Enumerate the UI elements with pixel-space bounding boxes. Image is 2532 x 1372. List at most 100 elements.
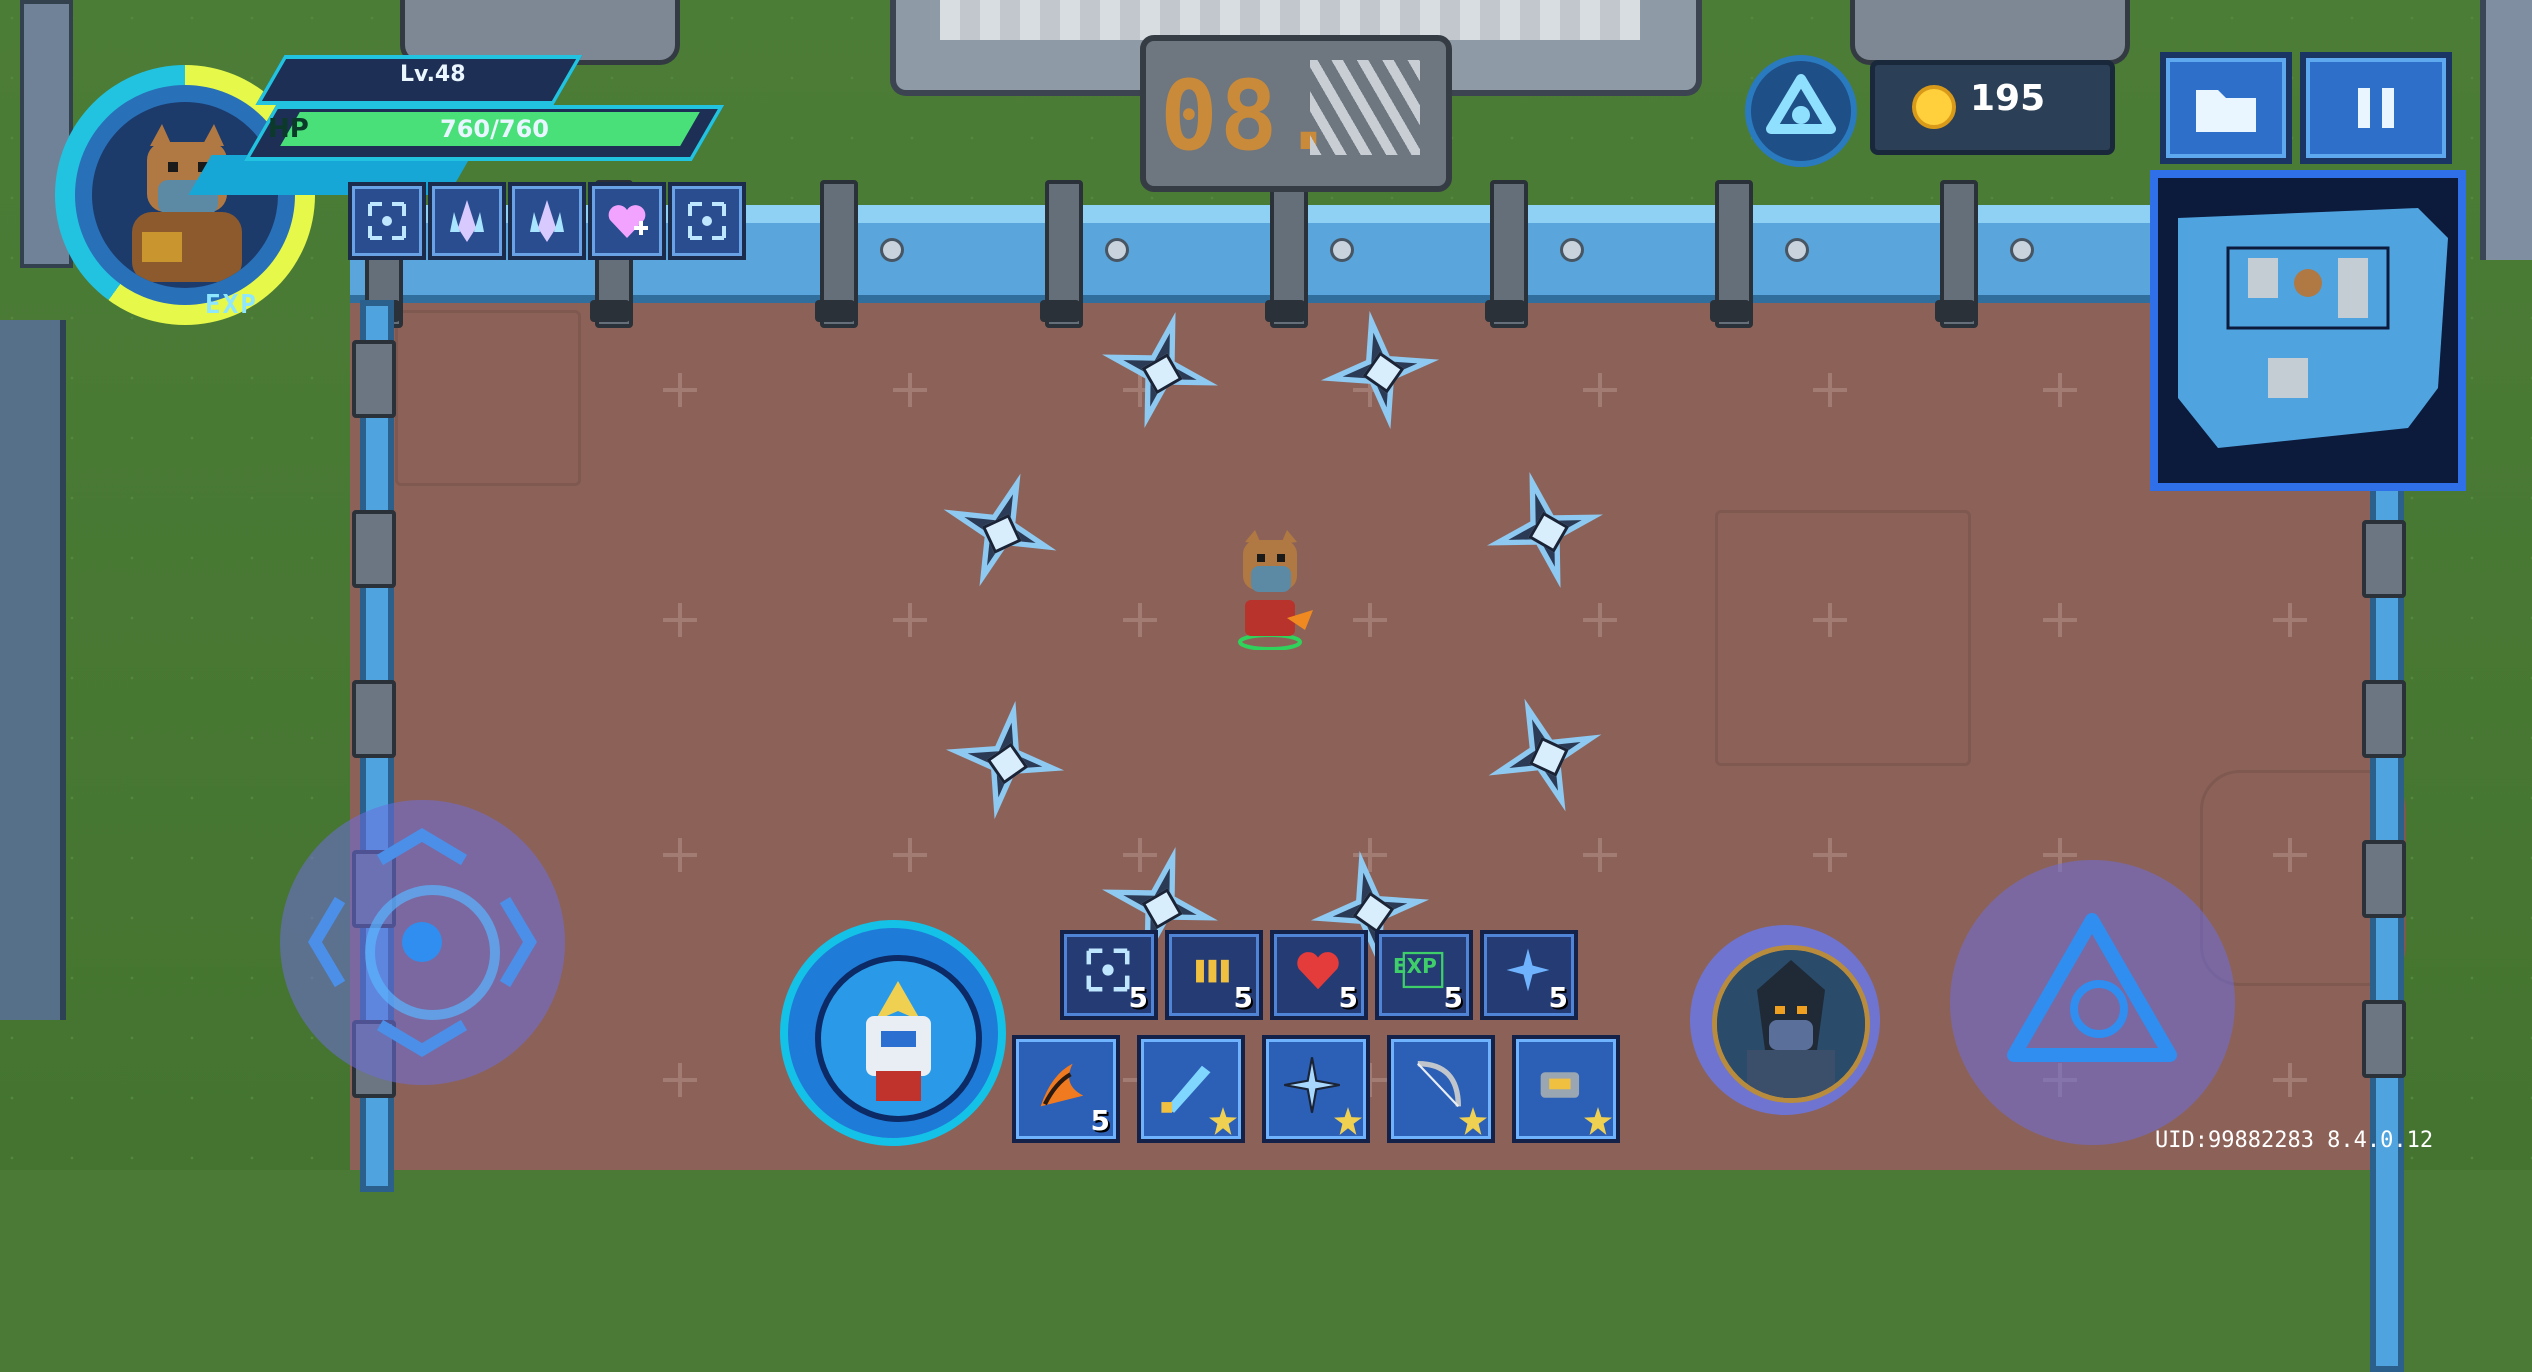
gate-shutter	[940, 0, 1640, 40]
sparkle-icon	[1502, 944, 1554, 996]
pause-icon	[2358, 88, 2394, 128]
exp-label: EXP	[205, 290, 258, 320]
bow-icon	[1405, 1053, 1469, 1117]
shuriken-projectile	[935, 690, 1074, 829]
floor-plus-marker	[1813, 603, 1847, 637]
floor-plus-marker	[1813, 838, 1847, 872]
passive-count: 5	[1338, 981, 1358, 1014]
uid-label: UID:99882283 8.4.0.12	[2155, 1128, 2434, 1153]
weapon-slot	[1512, 1035, 1620, 1143]
mecha-icon	[866, 981, 931, 1101]
heart-plus-icon	[604, 198, 650, 244]
floor-plus-marker	[2043, 603, 2077, 637]
passive-count: 5	[1233, 981, 1253, 1014]
fence-post	[2362, 840, 2406, 918]
weapon-slot	[1387, 1035, 1495, 1143]
fence-post-base	[1265, 300, 1305, 322]
floor-marking	[395, 310, 581, 486]
coin-count: 195	[1970, 78, 2046, 119]
inventory-button[interactable]	[2160, 52, 2292, 164]
skill-slot	[668, 182, 746, 260]
ammo-icon	[1187, 944, 1239, 996]
floor-plus-marker	[2043, 373, 2077, 407]
floor-plus-marker	[2273, 603, 2307, 637]
bunker-right	[1850, 0, 2130, 65]
move-arrows-icon	[308, 828, 537, 1057]
floor-plus-marker	[663, 838, 697, 872]
fence-light	[1785, 238, 1809, 262]
folder-icon	[2196, 90, 2256, 132]
fence-light	[1105, 238, 1129, 262]
passive-slot: 5	[1060, 930, 1158, 1020]
bear-avatar-icon	[132, 124, 242, 282]
player-level: Lv.48	[400, 62, 466, 87]
floor-plus-marker	[893, 603, 927, 637]
heart-icon	[1292, 944, 1344, 996]
passive-count: 5	[1548, 981, 1568, 1014]
fence-post	[352, 510, 396, 588]
passive-count: 5	[1128, 981, 1148, 1014]
floor-plus-marker	[893, 838, 927, 872]
fence-post-base	[1710, 300, 1750, 322]
passive-slot: 5	[1165, 930, 1263, 1020]
fence-light	[2010, 238, 2034, 262]
shuriken-projectile	[1310, 300, 1449, 439]
left-wall	[0, 320, 66, 1020]
gorilla-icon	[1717, 950, 1865, 1098]
hp-value: 760/760	[440, 115, 549, 143]
expand-icon	[364, 198, 410, 244]
fence-light	[1330, 238, 1354, 262]
skill-slot	[348, 182, 426, 260]
minimap-player-marker	[2294, 269, 2322, 297]
passive-count: 5	[1443, 981, 1463, 1014]
floor-plus-marker	[1583, 603, 1617, 637]
fence-post-base	[590, 300, 630, 322]
coin-icon	[1912, 85, 1956, 129]
floor-plus-marker	[2273, 838, 2307, 872]
floor-plus-marker	[1583, 373, 1617, 407]
passive-slot: 5	[1480, 930, 1578, 1020]
expand-icon	[684, 198, 730, 244]
floor-plus-marker	[2273, 1063, 2307, 1097]
fire-claw-icon	[1030, 1053, 1094, 1117]
exp-icon-text: EXP	[1393, 954, 1437, 978]
floor-plus-marker	[1583, 838, 1617, 872]
fence-post-base	[1040, 300, 1080, 322]
mecha-portrait	[815, 955, 982, 1122]
weapon-count: 5	[1090, 1104, 1110, 1137]
right-fence	[2370, 480, 2404, 1372]
right-wall	[2480, 0, 2532, 260]
fence-light	[880, 238, 904, 262]
floor-plus-marker	[1353, 603, 1387, 637]
pause-button[interactable]	[2300, 52, 2452, 164]
minimap-map	[2158, 178, 2458, 483]
crystal-icon	[444, 198, 490, 244]
weapon-slot	[1137, 1035, 1245, 1143]
core-button[interactable]	[1745, 55, 1857, 167]
passive-slot: 5	[1270, 930, 1368, 1020]
weapon-slot	[1262, 1035, 1370, 1143]
skill-slot	[508, 182, 586, 260]
fence-post	[352, 340, 396, 418]
fence-post	[2362, 520, 2406, 598]
floor-plus-marker	[893, 373, 927, 407]
attack-joystick-knob[interactable]	[2070, 980, 2128, 1038]
weapon-slot: 5	[1012, 1035, 1120, 1143]
player-avatar	[92, 102, 278, 288]
stage-stripes	[1310, 60, 1420, 155]
floor-plus-marker	[1813, 373, 1847, 407]
floor-plus-marker	[663, 1063, 697, 1097]
minimap[interactable]	[2150, 170, 2466, 491]
fence-post	[2362, 680, 2406, 758]
hp-label: HP	[268, 114, 309, 144]
fence-post-base	[1485, 300, 1525, 322]
fence-post	[352, 680, 396, 758]
player-character	[1238, 530, 1313, 650]
fence-post-base	[815, 300, 855, 322]
fence-post	[2362, 1000, 2406, 1078]
gauntlet-icon	[1530, 1053, 1594, 1117]
passive-slot: EXP 5	[1375, 930, 1473, 1020]
fence-light	[1560, 238, 1584, 262]
skill-slot	[588, 182, 666, 260]
floor-plus-marker	[663, 603, 697, 637]
